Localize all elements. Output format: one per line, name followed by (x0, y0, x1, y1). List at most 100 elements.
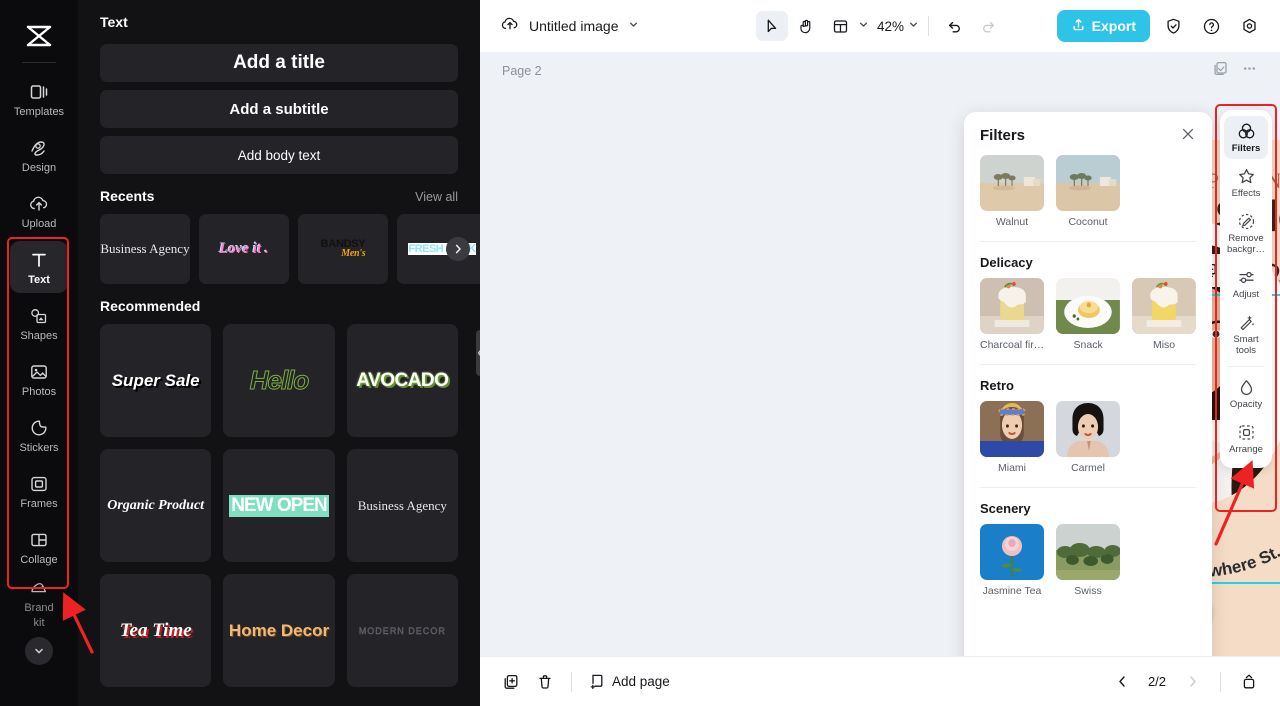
filter-item[interactable]: Carmel (1056, 401, 1120, 474)
right-rail-item-opacity[interactable]: Opacity (1224, 372, 1268, 415)
undo-button[interactable] (938, 11, 970, 41)
collage-icon (28, 529, 50, 551)
right-rail-item-smart-tools[interactable]: Smart tools (1224, 307, 1268, 361)
rail-expand-chevron-down-icon[interactable] (25, 637, 53, 665)
filter-name: Walnut (995, 216, 1029, 228)
text-style-card[interactable]: MODERN DECOR (346, 574, 458, 687)
help-question-icon[interactable] (1196, 11, 1226, 41)
right-rail-item-effects[interactable]: Effects (1224, 161, 1268, 204)
layout-tool-button[interactable] (824, 11, 856, 41)
hand-tool-button[interactable] (790, 11, 822, 41)
right-rail-item-filters[interactable]: Filters (1224, 116, 1268, 159)
bottom-bar: Add page 2/2 (480, 656, 1280, 706)
text-style-label: Super Sale (111, 370, 200, 390)
recents-chevron-right-icon[interactable] (446, 237, 470, 261)
sidebar-item-collage[interactable]: Collage (10, 521, 68, 573)
panel-title: Text (100, 14, 128, 30)
filter-item[interactable]: Miso (1132, 278, 1196, 351)
filter-item[interactable]: Coconut (1056, 155, 1120, 228)
filter-thumbnail (1056, 524, 1120, 580)
filter-item[interactable]: Jasmine Tea (980, 524, 1044, 597)
filters-divider (980, 241, 1196, 242)
recent-text-card[interactable]: BANDSY Men's (298, 214, 388, 284)
zoom-level-value[interactable]: 42% (877, 19, 904, 34)
prev-page-chevron-left-icon[interactable] (1107, 667, 1137, 697)
zoom-chevron-down-icon[interactable] (908, 17, 919, 35)
sidebar-item-shapes[interactable]: Shapes (10, 297, 68, 349)
filter-thumbnail (980, 401, 1044, 457)
filter-item[interactable]: Snack (1056, 278, 1121, 351)
page-more-horizontal-icon[interactable] (1241, 60, 1258, 82)
panel-collapse-chevron-left-icon[interactable] (476, 330, 480, 376)
export-button[interactable]: Export (1056, 10, 1150, 42)
sidebar-item-text[interactable]: Text (10, 241, 68, 293)
text-style-card[interactable]: Organic Product (100, 449, 212, 562)
sidebar-item-stickers[interactable]: Stickers (10, 409, 68, 461)
filter-name: Jasmine Tea (982, 585, 1042, 597)
text-style-card[interactable]: Home Decor (223, 574, 335, 687)
sidebar-item-label: Shapes (20, 329, 58, 342)
text-style-label: Business Agency (357, 497, 447, 513)
sidebar-item-design[interactable]: Design (10, 129, 68, 181)
export-upload-icon (1071, 17, 1086, 35)
add-page-button[interactable]: Add page (583, 672, 676, 692)
document-name-group[interactable]: Untitled image (500, 15, 639, 38)
duplicate-page-icon[interactable] (1212, 60, 1229, 82)
settings-gear-icon[interactable] (1234, 11, 1264, 41)
add-subtitle-button[interactable]: Add a subtitle (100, 90, 458, 128)
page-header: Page 2 (480, 52, 1280, 86)
text-style-card[interactable]: Tea Time (100, 574, 212, 687)
sidebar-item-photos[interactable]: Photos (10, 353, 68, 405)
filter-thumbnail (1132, 278, 1196, 334)
canvas-area[interactable]: Page 2 where St Filters Walnut Coconut D… (480, 52, 1280, 656)
close-icon[interactable] (1180, 126, 1196, 145)
sidebar-item-brand-kit[interactable]: Brand kit (10, 577, 68, 629)
text-style-card[interactable]: Hello (223, 324, 335, 437)
text-style-card[interactable]: NEW OPEN (223, 449, 335, 562)
sidebar-item-templates[interactable]: Templates (10, 73, 68, 125)
expand-timeline-icon[interactable] (1234, 667, 1264, 697)
next-page-chevron-right-icon[interactable] (1177, 667, 1207, 697)
editor-area: Untitled image 42% Export Page 2 where S… (480, 0, 1280, 706)
export-button-label: Export (1091, 18, 1136, 34)
trash-icon[interactable] (530, 667, 560, 697)
redo-button[interactable] (972, 11, 1004, 41)
recents-view-all-link[interactable]: View all (415, 190, 458, 204)
recents-title: Recents (100, 188, 155, 204)
upload-cloud-icon (28, 193, 50, 215)
text-style-card[interactable]: Super Sale (100, 324, 212, 437)
filter-item[interactable]: Swiss (1056, 524, 1120, 597)
filter-thumbnail (1056, 155, 1120, 211)
sidebar-item-frames[interactable]: Frames (10, 465, 68, 517)
page-label: Page 2 (502, 64, 542, 78)
add-body-text-button[interactable]: Add body text (100, 136, 458, 174)
filter-item[interactable]: Walnut (980, 155, 1044, 228)
text-style-card[interactable]: Business Agency (346, 449, 458, 562)
select-tool-button[interactable] (755, 11, 788, 41)
left-tool-rail: Templates Design Upload Text Shapes Phot… (0, 0, 78, 706)
capcut-logo-icon[interactable] (19, 16, 59, 56)
document-chevron-down-icon[interactable] (628, 17, 639, 35)
filters-panel-body[interactable]: Walnut Coconut Delicacy Charcoal fir… Sn… (964, 155, 1212, 656)
bottom-bar-right: 2/2 (1107, 667, 1264, 697)
filter-section-title: Retro (980, 378, 1014, 393)
sidebar-item-upload[interactable]: Upload (10, 185, 68, 237)
filter-item[interactable]: Charcoal fir… (980, 278, 1045, 351)
filter-section-title: Delicacy (980, 255, 1033, 270)
layout-chevron-down-icon[interactable] (858, 17, 869, 35)
shield-check-icon[interactable] (1158, 11, 1188, 41)
right-rail-item-adjust[interactable]: Adjust (1224, 262, 1268, 305)
sidebar-item-label: Text (28, 273, 50, 286)
right-rail-item-arrange[interactable]: Arrange (1224, 417, 1268, 460)
filter-section-title: Scenery (980, 501, 1031, 516)
filters-panel-header: Filters (964, 112, 1212, 155)
sidebar-item-label: Brand (24, 602, 54, 614)
recent-text-card[interactable]: Business Agency (100, 214, 190, 284)
right-rail-item-remove-background[interactable]: Remove backgr… (1224, 206, 1268, 260)
text-style-card[interactable]: AVOCADO (346, 324, 458, 437)
add-title-button[interactable]: Add a title (100, 44, 458, 82)
bottom-duplicate-page-icon[interactable] (496, 667, 526, 697)
recent-text-card[interactable]: Love it . (199, 214, 289, 284)
text-t-icon (28, 249, 50, 271)
filter-item[interactable]: Miami (980, 401, 1044, 474)
